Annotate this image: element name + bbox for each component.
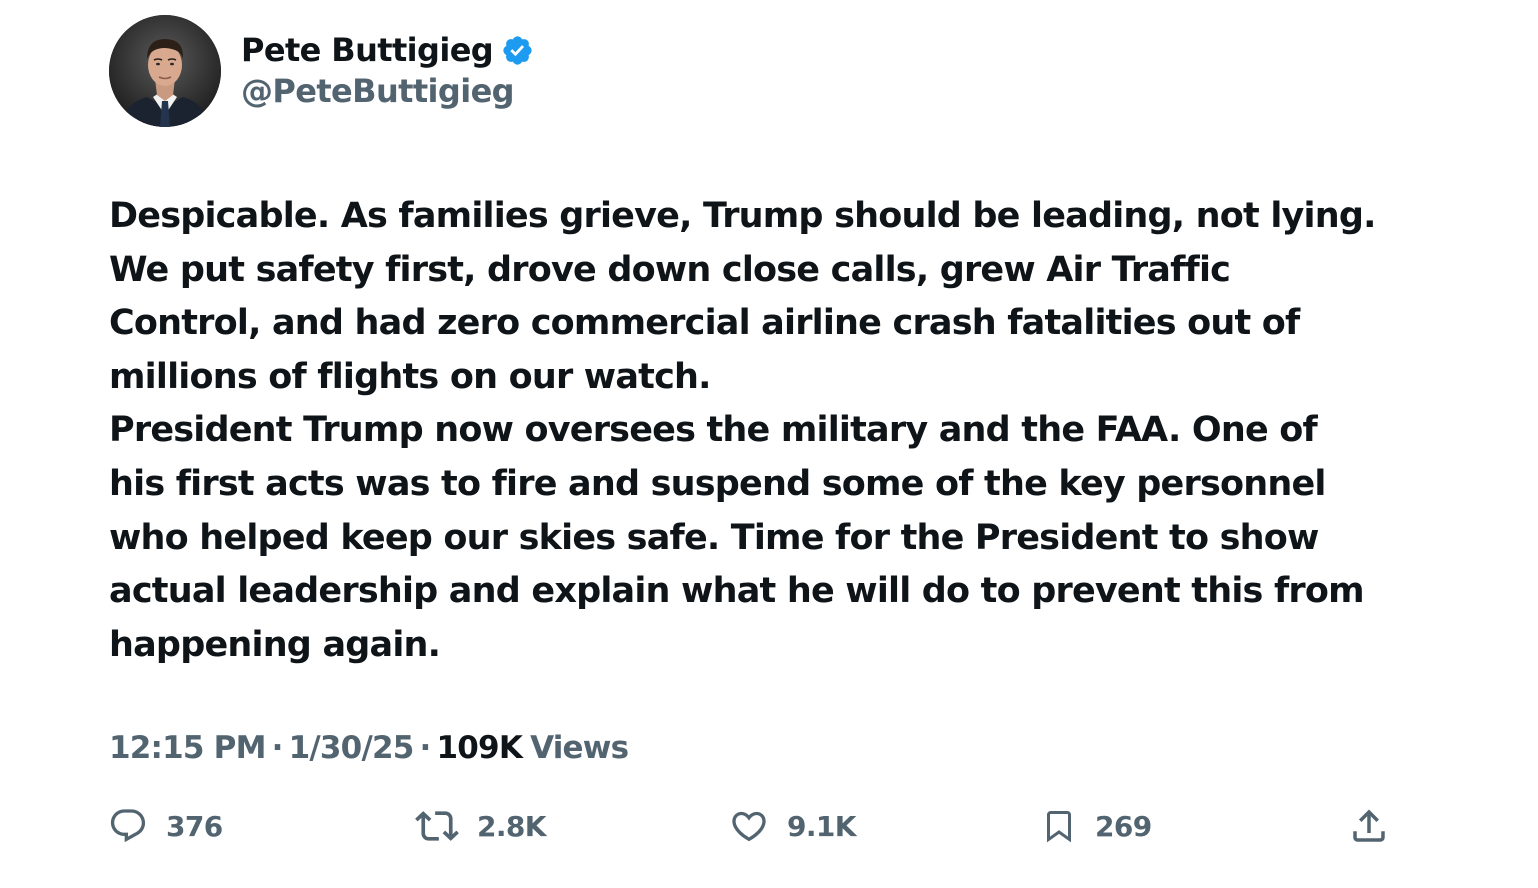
- author-display-name[interactable]: Pete Buttigieg: [241, 31, 494, 69]
- like-count: 9.1K: [787, 809, 857, 843]
- tweet-text-line: who helped keep our skies safe. Time for…: [109, 517, 1319, 558]
- tweet-card: Pete Buttigieg @PeteButtigieg Despicable…: [0, 0, 1538, 888]
- like-button[interactable]: 9.1K: [729, 804, 857, 848]
- author-name-row[interactable]: Pete Buttigieg: [241, 28, 534, 72]
- tweet-text-line: President Trump now oversees the militar…: [109, 410, 1318, 451]
- reply-button[interactable]: 376: [108, 804, 223, 848]
- retweet-button[interactable]: 2.8K: [415, 804, 547, 848]
- meta-separator: ·: [419, 730, 432, 766]
- bookmark-icon: [1047, 811, 1071, 843]
- views-label[interactable]: Views: [530, 730, 629, 766]
- reply-count: 376: [166, 809, 223, 843]
- heart-icon: [732, 811, 766, 842]
- tweet-text-line: Control, and had zero commercial airline…: [109, 303, 1300, 344]
- tweet-text-line: happening again.: [109, 624, 441, 665]
- tweet-text-line: actual leadership and explain what he wi…: [109, 571, 1365, 612]
- tweet-date[interactable]: 1/30/25: [289, 730, 415, 766]
- retweet-icon: [415, 811, 459, 841]
- bookmark-count: 269: [1095, 809, 1152, 843]
- views-count[interactable]: 109K: [437, 730, 523, 766]
- verified-badge-icon: [501, 34, 534, 67]
- retweet-count: 2.8K: [477, 809, 547, 843]
- tweet-text-line: We put safety first, drove down close ca…: [109, 249, 1231, 290]
- reply-icon: [110, 809, 146, 843]
- action-bar: 376 2.8K 9.1K 269: [0, 804, 1538, 848]
- tweet-text-line: his first acts was to fire and suspend s…: [109, 463, 1326, 504]
- bookmark-button[interactable]: 269: [1041, 804, 1152, 848]
- avatar[interactable]: [109, 15, 221, 127]
- avatar-image: [109, 15, 221, 127]
- tweet-text-line: millions of flights on our watch.: [109, 356, 711, 397]
- meta-separator: ·: [271, 730, 284, 766]
- tweet-text-line: Despicable. As families grieve, Trump sh…: [109, 196, 1376, 236]
- tweet-meta: 12:15 PM · 1/30/25 · 109K Views: [109, 726, 629, 770]
- tweet-time[interactable]: 12:15 PM: [109, 730, 266, 766]
- share-icon: [1353, 809, 1385, 842]
- author-handle[interactable]: @PeteButtigieg: [241, 72, 515, 110]
- tweet-text: Despicable. As families grieve, Trump sh…: [109, 190, 1409, 672]
- share-button[interactable]: [1348, 804, 1390, 848]
